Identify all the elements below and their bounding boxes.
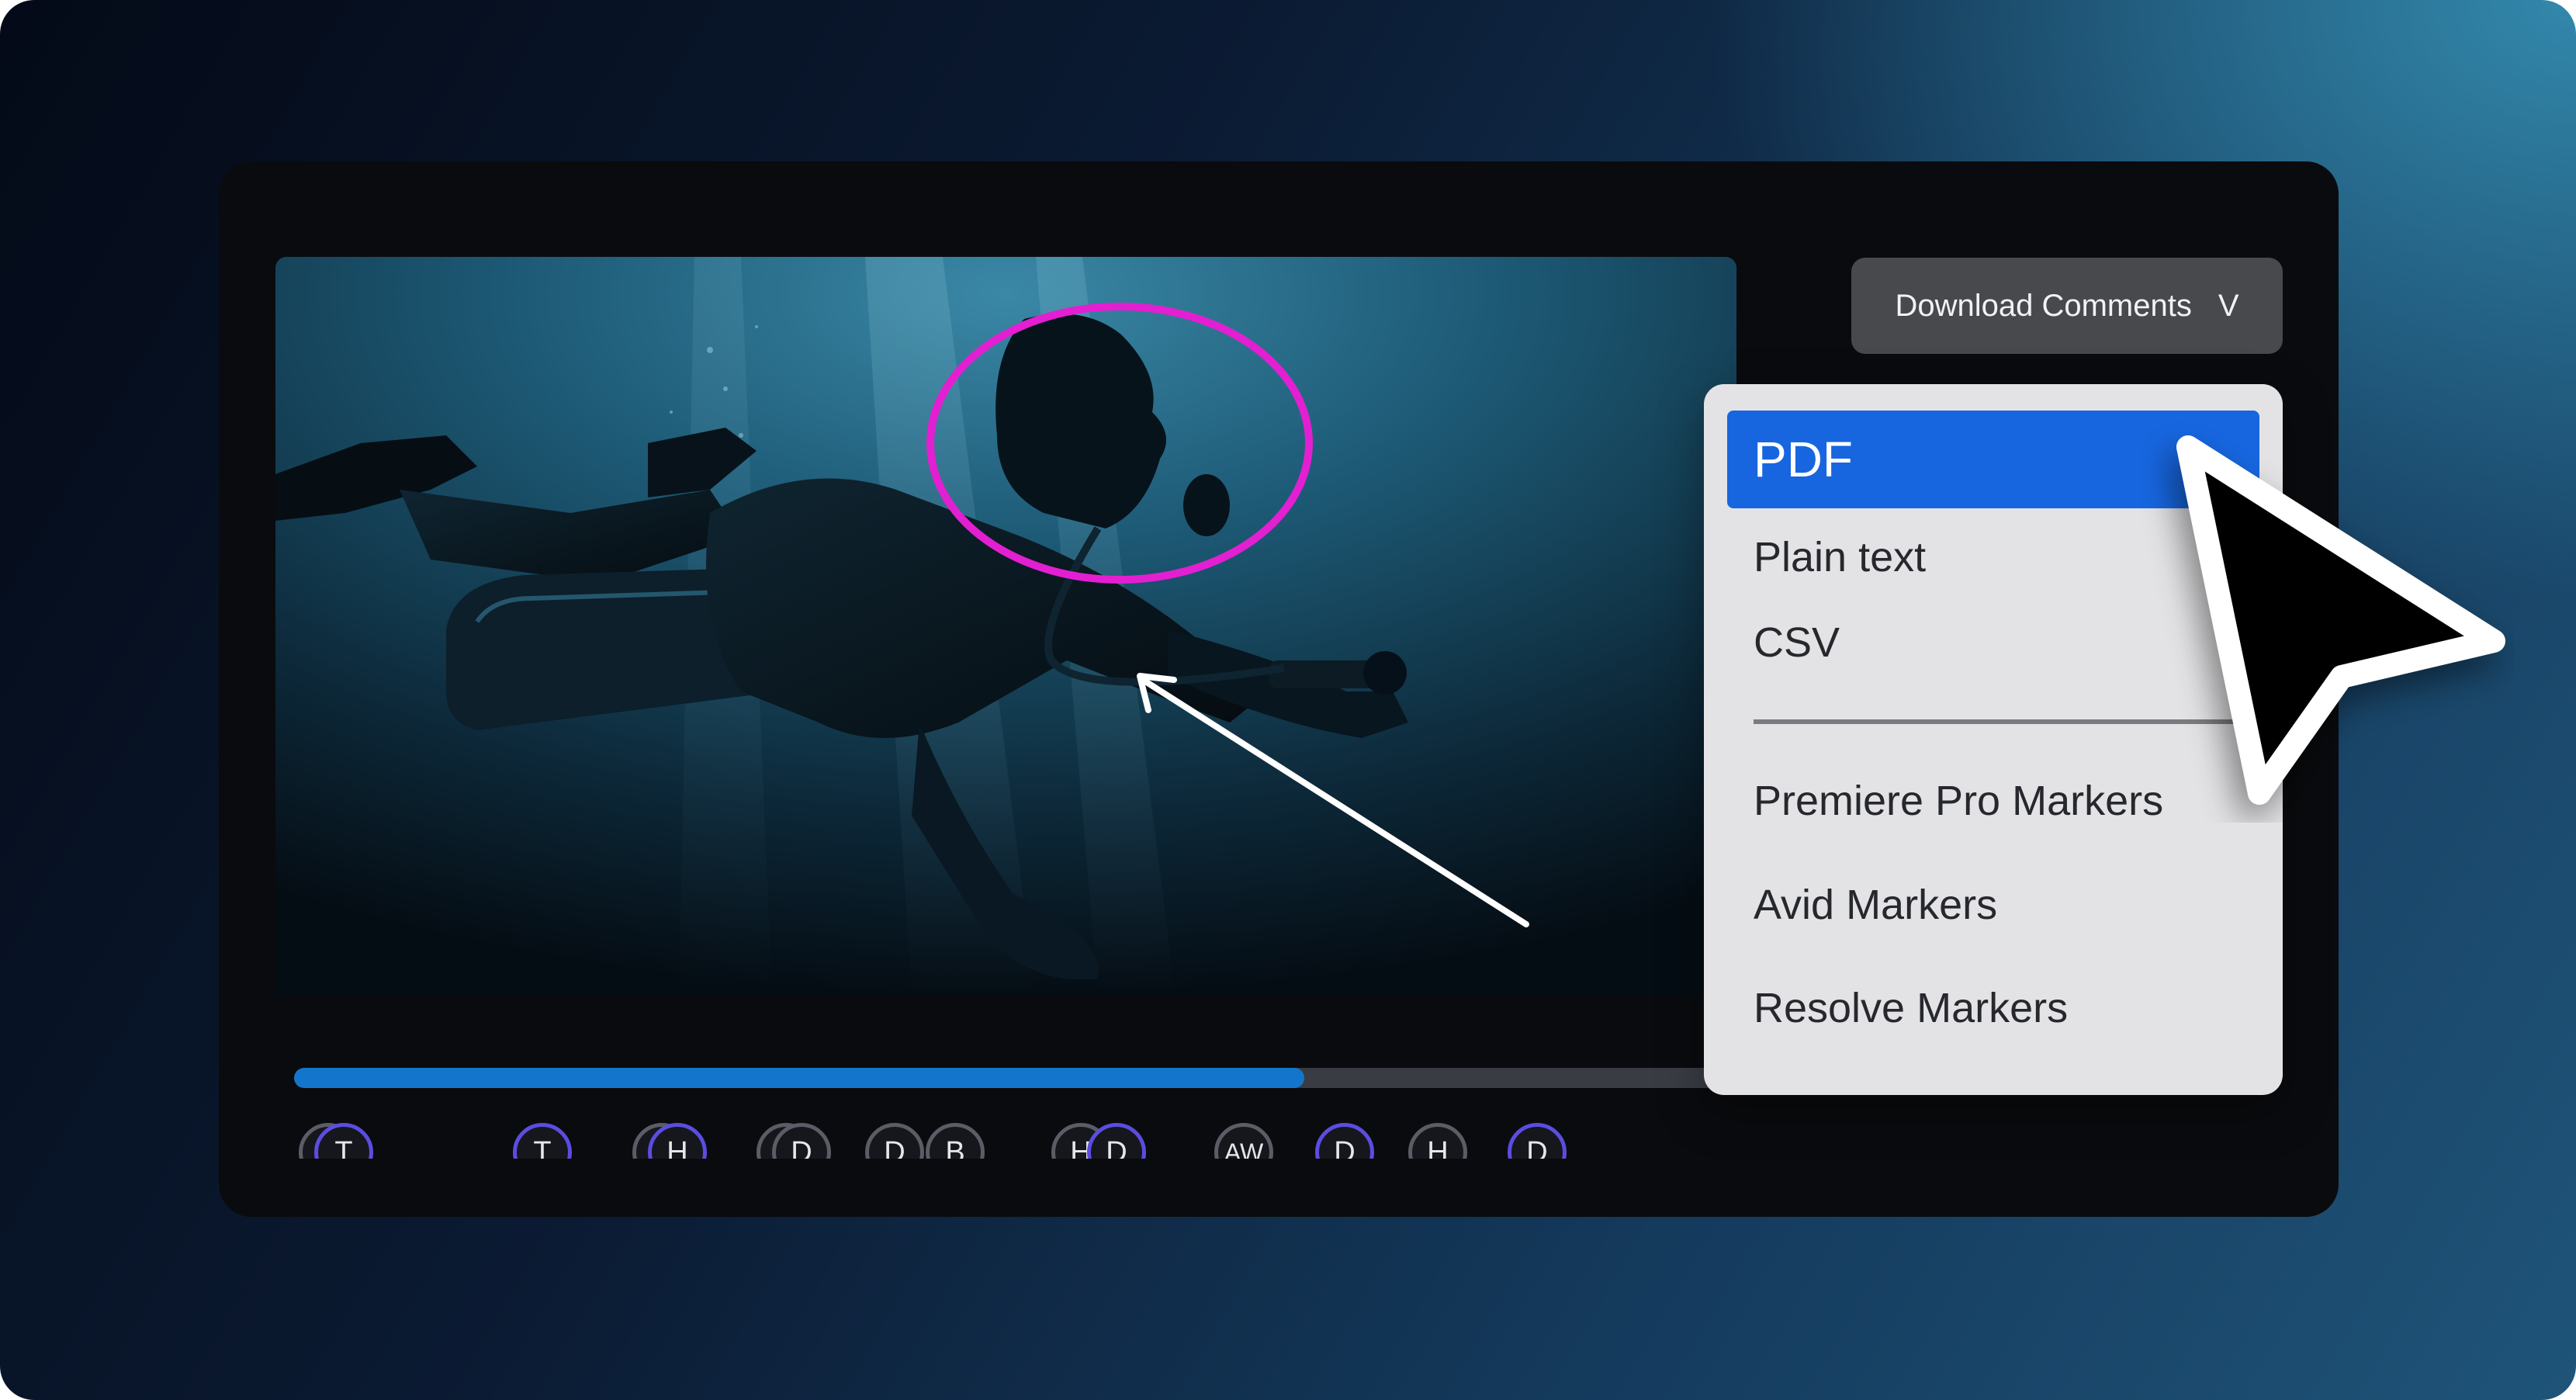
comment-marker[interactable]: B	[926, 1123, 985, 1159]
comment-marker[interactable]: H	[1408, 1123, 1467, 1159]
menu-item-plain-text[interactable]: Plain text	[1754, 533, 1926, 581]
menu-item-resolve-markers[interactable]: Resolve Markers	[1754, 984, 2068, 1032]
player-control-bar: TTTHHDDDBHDAWDHD	[275, 996, 1736, 1159]
playback-progress-bar[interactable]	[294, 1068, 1736, 1088]
menu-item-csv[interactable]: CSV	[1754, 619, 1840, 667]
comment-marker[interactable]: D	[1508, 1123, 1567, 1159]
menu-item-premiere-pro-markers[interactable]: Premiere Pro Markers	[1754, 777, 2163, 825]
download-comments-button[interactable]: Download Comments V	[1851, 258, 2283, 354]
comment-marker[interactable]: D	[865, 1123, 924, 1159]
mouse-pointer-arrow-icon	[2176, 435, 2505, 805]
download-comments-label: Download Comments	[1895, 288, 2192, 323]
video-frame-image	[275, 257, 1736, 996]
comment-marker[interactable]: AW	[1214, 1123, 1273, 1159]
comment-marker[interactable]: D	[1315, 1123, 1374, 1159]
video-player[interactable]: TTTHHDDDBHDAWDHD	[275, 257, 1736, 1159]
comment-marker[interactable]: T	[513, 1123, 572, 1159]
chevron-down-icon: V	[2218, 288, 2239, 323]
playback-progress-fill	[294, 1068, 1304, 1088]
menu-item-avid-markers[interactable]: Avid Markers	[1754, 881, 1997, 929]
